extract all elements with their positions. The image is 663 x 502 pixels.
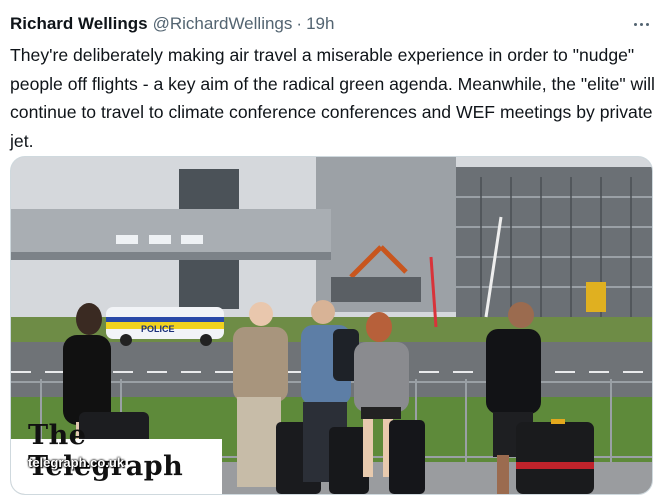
telegraph-watermark: The Telegraph telegraph.co.uk	[11, 420, 222, 494]
red-suitcase	[516, 419, 594, 494]
tweet-photo[interactable]: POLICE The Telegraph telegraph.co.uk	[10, 156, 653, 495]
police-car-label: POLICE	[141, 324, 175, 334]
tweet-text: They're deliberately making air travel a…	[10, 45, 655, 151]
author-name[interactable]: Richard Wellings	[10, 14, 148, 34]
author-handle[interactable]: @RichardWellings	[153, 14, 293, 34]
telegraph-domain: telegraph.co.uk	[28, 455, 125, 470]
tweet-header: Richard Wellings @RichardWellings · 19h	[10, 12, 653, 36]
telegraph-logo: The Telegraph	[28, 420, 184, 482]
header-separator: ·	[296, 14, 303, 33]
timestamp[interactable]: 19h	[306, 14, 334, 34]
more-horizontal-icon[interactable]	[629, 12, 653, 36]
